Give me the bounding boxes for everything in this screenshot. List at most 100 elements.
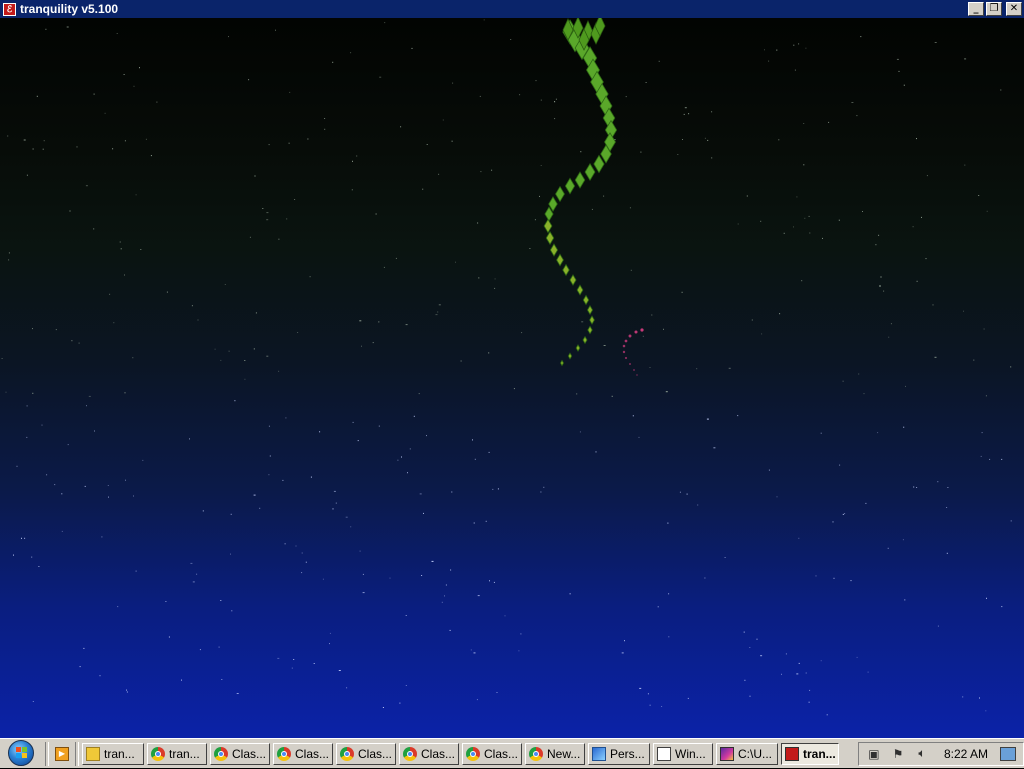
star: [196, 573, 198, 575]
star: [99, 675, 101, 677]
media-player-icon[interactable]: ▶: [52, 744, 72, 764]
star: [297, 332, 299, 333]
star: [520, 633, 522, 635]
star: [809, 689, 811, 691]
star: [140, 249, 142, 250]
network-icon[interactable]: ▣: [866, 746, 882, 762]
star: [937, 625, 939, 627]
comet-particle: [628, 362, 632, 366]
star: [266, 219, 269, 221]
taskbar-button[interactable]: Clas...: [210, 742, 270, 765]
star: [451, 491, 453, 493]
comet-particle: [622, 350, 626, 354]
show-desktop-icon[interactable]: [1000, 746, 1016, 761]
star: [764, 49, 765, 51]
star: [350, 52, 352, 54]
taskbar-button[interactable]: Pers...: [588, 742, 650, 765]
star: [667, 522, 669, 524]
star: [983, 328, 985, 330]
star: [804, 217, 806, 219]
taskbar-button[interactable]: tran...: [147, 742, 207, 765]
star: [483, 19, 485, 21]
folder-icon: [86, 746, 100, 761]
star: [554, 101, 556, 103]
star: [985, 395, 987, 397]
star: [150, 155, 152, 157]
star: [916, 487, 918, 488]
clock[interactable]: 8:22 AM: [944, 747, 988, 761]
star: [83, 647, 85, 649]
star: [133, 85, 135, 87]
star: [85, 185, 88, 187]
taskbar-button[interactable]: tran...: [82, 742, 144, 765]
star: [71, 340, 73, 342]
windows-start-orb-icon: [8, 739, 34, 766]
star: [221, 679, 223, 680]
vine-segment: [549, 243, 559, 257]
taskbar-button[interactable]: C:\U...: [716, 742, 778, 765]
start-button[interactable]: [0, 739, 42, 769]
star: [399, 702, 401, 704]
volume-icon[interactable]: 🔈︎: [914, 746, 930, 762]
taskbar-button-label: C:\U...: [738, 746, 773, 761]
taskbar-button[interactable]: Clas...: [399, 742, 459, 765]
star: [737, 415, 739, 417]
star: [67, 444, 69, 446]
star: [905, 385, 906, 387]
star: [863, 393, 865, 395]
star: [756, 638, 758, 640]
star: [781, 673, 782, 675]
star: [444, 595, 445, 597]
star: [1001, 606, 1003, 608]
taskbar-button[interactable]: tran...: [781, 742, 839, 765]
star: [964, 58, 967, 60]
star: [632, 415, 634, 417]
vine-segment: [574, 171, 586, 189]
taskbar-button[interactable]: Win...: [653, 742, 713, 765]
minimize-button[interactable]: _: [968, 2, 984, 16]
star: [117, 606, 119, 608]
taskbar-button-label: tran...: [169, 746, 200, 761]
restore-button[interactable]: ❐: [986, 2, 1002, 16]
close-button[interactable]: ✕: [1006, 2, 1022, 16]
star: [625, 96, 627, 98]
star: [760, 220, 762, 222]
star: [686, 493, 688, 495]
taskbar-button[interactable]: Clas...: [462, 742, 522, 765]
window-title-bar[interactable]: ℰ tranquility v5.100 _ ❐ ✕: [0, 0, 1024, 18]
taskbar-button-label: Clas...: [295, 746, 330, 761]
star: [5, 391, 7, 393]
star: [293, 659, 295, 660]
star: [474, 458, 476, 460]
star: [21, 537, 22, 539]
star: [190, 562, 193, 564]
vine-segment: [560, 359, 564, 367]
star: [645, 82, 647, 83]
star: [378, 321, 380, 323]
star: [798, 43, 800, 45]
star: [630, 269, 632, 271]
star: [681, 291, 683, 293]
flag-icon[interactable]: ⚑: [890, 746, 906, 762]
star: [798, 662, 800, 664]
star: [985, 710, 987, 712]
vine-segment: [593, 154, 605, 174]
star: [668, 636, 670, 638]
star: [94, 430, 95, 432]
taskbar-button[interactable]: Clas...: [273, 742, 333, 765]
star: [761, 333, 763, 335]
star: [438, 304, 441, 306]
app-icon[interactable]: ℰ: [3, 2, 16, 16]
star: [820, 660, 822, 662]
star: [112, 148, 114, 150]
star: [803, 164, 805, 166]
star: [262, 208, 264, 209]
star: [397, 459, 399, 461]
taskbar-button[interactable]: Clas...: [336, 742, 396, 765]
star: [288, 142, 290, 144]
screensaver-viewport[interactable]: [0, 18, 1024, 738]
chrome-icon: [403, 746, 417, 761]
star: [980, 455, 982, 457]
star: [329, 643, 330, 645]
taskbar-button[interactable]: New...: [525, 742, 585, 765]
